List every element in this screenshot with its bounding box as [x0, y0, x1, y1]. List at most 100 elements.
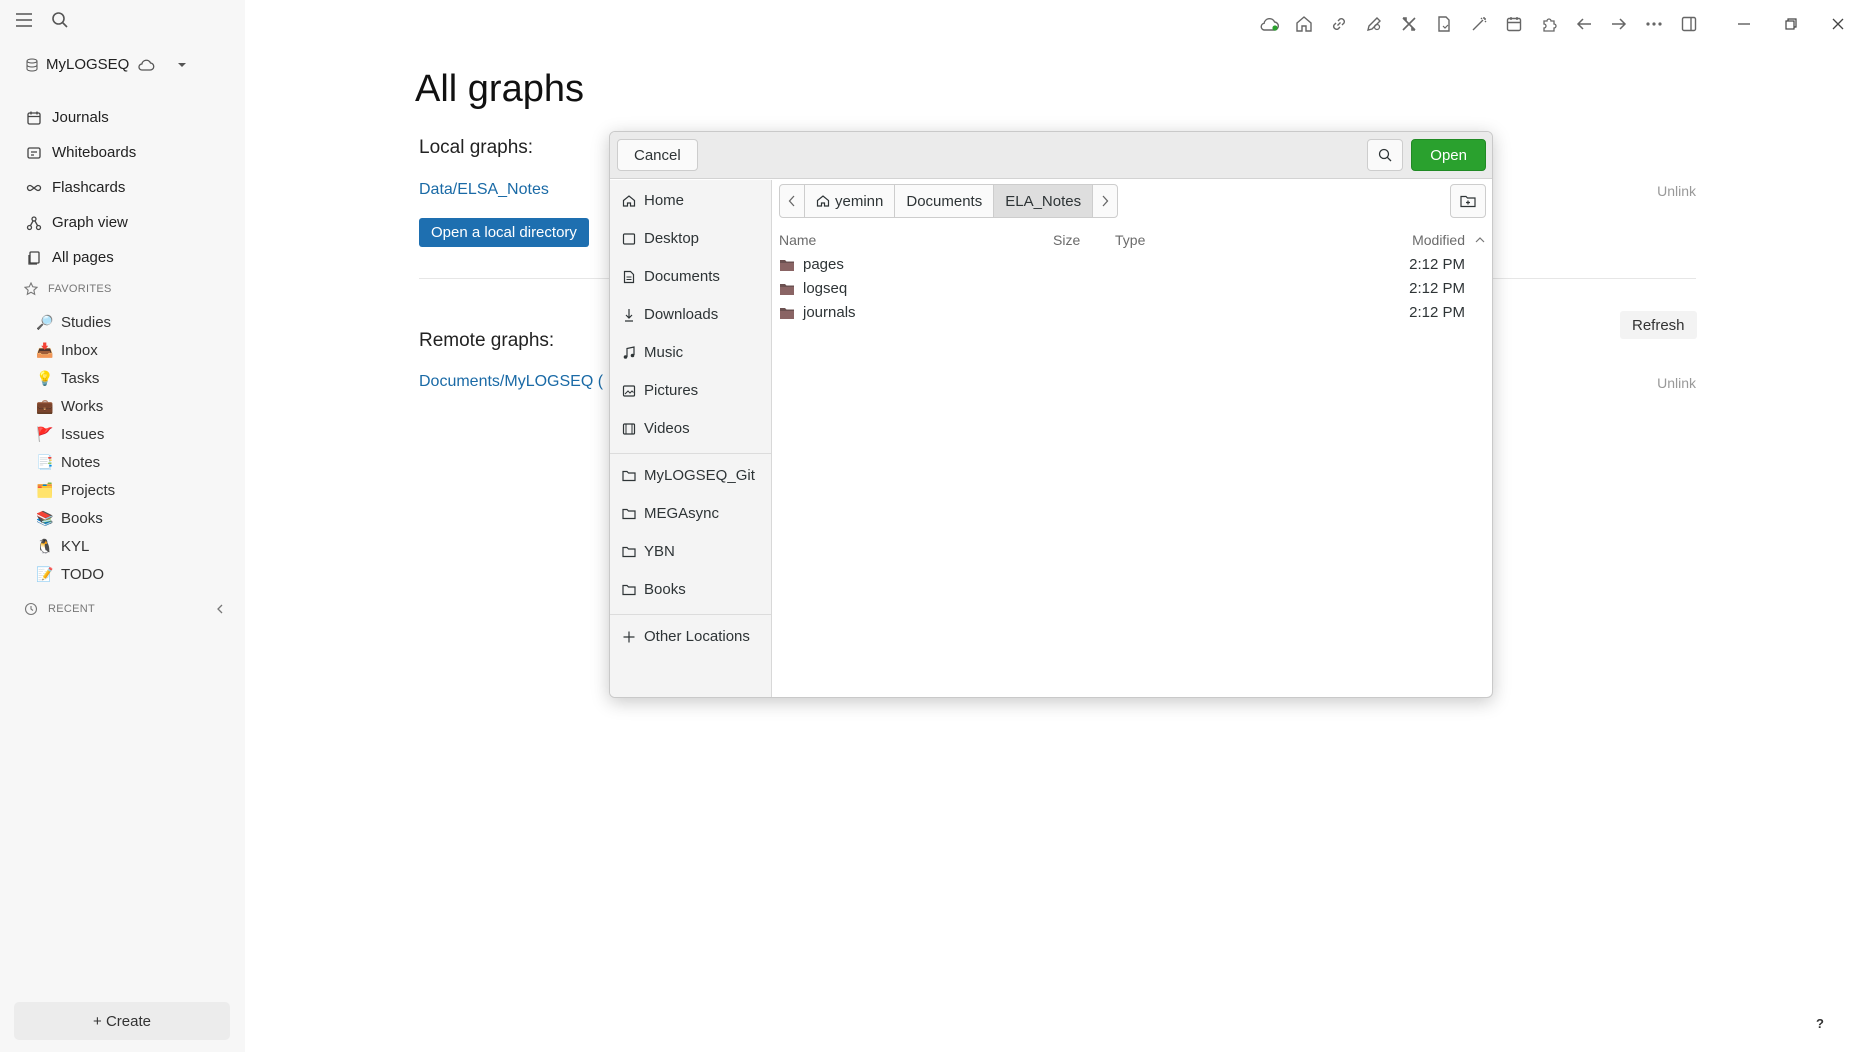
- chevron-left-icon: [788, 195, 795, 207]
- help-button[interactable]: ?: [1809, 1012, 1831, 1034]
- graph-selector[interactable]: MyLOGSEQ: [26, 56, 187, 73]
- favorite-item-projects[interactable]: 🗂️ Projects: [36, 476, 115, 504]
- restore-icon[interactable]: [1767, 12, 1814, 36]
- bookmark-label: Books: [644, 581, 686, 598]
- minimize-icon[interactable]: [1720, 12, 1767, 36]
- puzzle-icon[interactable]: [1531, 12, 1566, 36]
- cloud-icon: [138, 59, 155, 71]
- favorite-item-notes[interactable]: 📑 Notes: [36, 448, 115, 476]
- sidebar-item-whiteboards[interactable]: Whiteboards: [24, 135, 229, 170]
- folder-icon: [622, 546, 636, 558]
- cancel-button[interactable]: Cancel: [617, 139, 698, 171]
- document-icon[interactable]: [1426, 12, 1461, 36]
- sort-ascending-icon: [1475, 237, 1485, 243]
- path-crumb-documents[interactable]: Documents: [895, 185, 995, 217]
- favorite-item-todo[interactable]: 📝 TODO: [36, 560, 115, 588]
- sidebar-item-label: Whiteboards: [52, 144, 137, 161]
- column-modified[interactable]: Modified: [1412, 232, 1465, 248]
- unlink-remote-button[interactable]: Unlink: [1657, 375, 1696, 391]
- menu-icon[interactable]: [14, 10, 34, 30]
- path-crumb-home[interactable]: yeminn: [805, 185, 896, 217]
- sidebar-item-label: Flashcards: [52, 179, 126, 196]
- column-size[interactable]: Size: [1053, 232, 1080, 248]
- create-button[interactable]: + Create: [14, 1002, 230, 1040]
- favorite-label: Projects: [61, 481, 116, 499]
- bookmark-ybn[interactable]: YBN: [622, 543, 675, 560]
- path-crumb-current[interactable]: ELA_Notes: [994, 185, 1094, 217]
- path-back-button[interactable]: [780, 185, 805, 217]
- arrow-right-icon[interactable]: [1601, 12, 1636, 36]
- place-downloads[interactable]: Downloads: [622, 306, 718, 323]
- favorite-item-tasks[interactable]: 💡 Tasks: [36, 364, 115, 392]
- home-icon[interactable]: [1286, 12, 1321, 36]
- favorite-label: Works: [61, 397, 104, 415]
- unlink-local-button[interactable]: Unlink: [1657, 183, 1696, 199]
- place-home[interactable]: Home: [622, 192, 684, 209]
- sidebar-item-journals[interactable]: Journals: [24, 100, 229, 135]
- file-row[interactable]: journals 2:12 PM: [772, 301, 1492, 325]
- refresh-button[interactable]: Refresh: [1620, 311, 1697, 339]
- new-folder-button[interactable]: [1450, 184, 1486, 218]
- folder-icon: [622, 508, 636, 520]
- history-icon: [24, 602, 38, 616]
- new-folder-icon: [1460, 195, 1476, 208]
- column-name[interactable]: Name: [779, 232, 816, 248]
- favorite-item-kyl[interactable]: 🐧 KYL: [36, 532, 115, 560]
- sidebar-item-flashcards[interactable]: Flashcards: [24, 170, 229, 205]
- bookmark-mylogseq-git[interactable]: MyLOGSEQ_Git: [622, 467, 755, 484]
- whiteboard-icon: [27, 146, 41, 159]
- magic-wand-icon[interactable]: [1461, 12, 1496, 36]
- favorite-item-studies[interactable]: 🔎 Studies: [36, 308, 115, 336]
- pen-icon[interactable]: [1356, 12, 1391, 36]
- chevron-left-icon[interactable]: [216, 604, 224, 614]
- path-bar: yeminn Documents ELA_Notes: [779, 184, 1119, 218]
- file-row[interactable]: pages 2:12 PM: [772, 253, 1492, 277]
- place-documents[interactable]: Documents: [622, 268, 720, 285]
- sidebar-item-label: Journals: [52, 109, 109, 126]
- right-sidebar-toggle-icon[interactable]: [1671, 12, 1706, 36]
- column-type[interactable]: Type: [1115, 232, 1145, 248]
- favorite-item-inbox[interactable]: 📥 Inbox: [36, 336, 115, 364]
- file-list-header: Name Size Type Modified: [772, 227, 1492, 253]
- file-name: pages: [803, 256, 844, 273]
- music-icon: [623, 345, 635, 359]
- folder-icon: [780, 307, 794, 319]
- tools-icon[interactable]: [1391, 12, 1426, 36]
- remote-graph-link[interactable]: Documents/MyLOGSEQ (: [419, 373, 603, 391]
- local-graph-link[interactable]: Data/ELSA_Notes: [419, 181, 549, 199]
- sidebar-item-all-pages[interactable]: All pages: [24, 240, 229, 275]
- file-row[interactable]: logseq 2:12 PM: [772, 277, 1492, 301]
- arrow-left-icon[interactable]: [1566, 12, 1601, 36]
- calendar-toolbar-icon[interactable]: [1496, 12, 1531, 36]
- dialog-search-button[interactable]: [1367, 139, 1403, 171]
- sidebar-item-graph-view[interactable]: Graph view: [24, 205, 229, 240]
- bulb-emoji-icon: 💡: [36, 369, 54, 386]
- search-icon[interactable]: [50, 10, 70, 30]
- bookmark-megasync[interactable]: MEGAsync: [622, 505, 719, 522]
- place-videos[interactable]: Videos: [622, 420, 690, 437]
- path-forward-button[interactable]: [1093, 185, 1117, 217]
- folder-icon: [622, 584, 636, 596]
- favorite-item-issues[interactable]: 🚩 Issues: [36, 420, 115, 448]
- recent-header[interactable]: RECENT: [24, 602, 224, 616]
- link-icon[interactable]: [1321, 12, 1356, 36]
- place-label: Documents: [644, 268, 720, 285]
- other-locations[interactable]: Other Locations: [622, 628, 750, 645]
- place-music[interactable]: Music: [622, 344, 683, 361]
- open-local-directory-button[interactable]: Open a local directory: [419, 218, 589, 247]
- folder-icon: [780, 283, 794, 295]
- file-modified: 2:12 PM: [1409, 256, 1465, 273]
- favorite-item-works[interactable]: 💼 Works: [36, 392, 115, 420]
- place-pictures[interactable]: Pictures: [622, 382, 698, 399]
- more-icon[interactable]: [1636, 12, 1671, 36]
- favorite-item-books[interactable]: 📚 Books: [36, 504, 115, 532]
- top-toolbar: [1251, 12, 1865, 36]
- flag-emoji-icon: 🚩: [36, 425, 54, 442]
- bookmark-books[interactable]: Books: [622, 581, 686, 598]
- close-icon[interactable]: [1814, 12, 1861, 36]
- favorites-header[interactable]: FAVORITES: [24, 282, 112, 296]
- open-button[interactable]: Open: [1411, 139, 1486, 171]
- file-chooser-dialog: Cancel Open Home Desktop Documents Downl…: [609, 131, 1493, 698]
- cloud-sync-icon[interactable]: [1251, 12, 1286, 36]
- place-desktop[interactable]: Desktop: [622, 230, 699, 247]
